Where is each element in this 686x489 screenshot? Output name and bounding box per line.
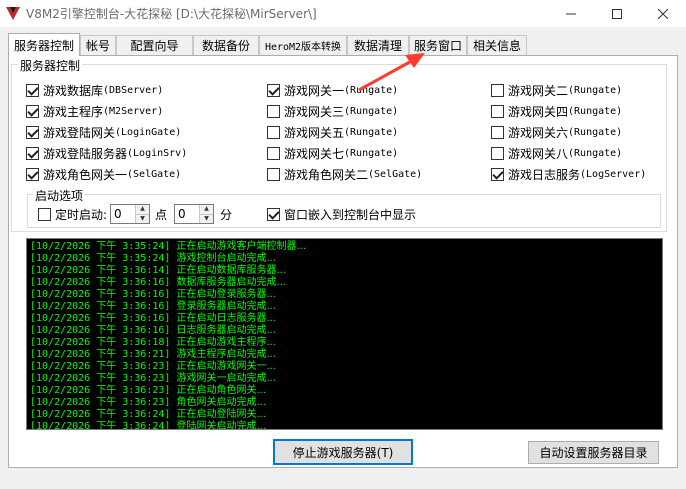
log-line: [10/2/2026 下午 3:35:24] 正在启动游戏客户端控制器... <box>27 241 662 253</box>
checkbox-rungate-4[interactable]: 游戏网关四 (Rungate) <box>491 103 622 119</box>
log-line: [10/2/2026 下午 3:35:24] 游戏控制台启动完成... <box>27 253 662 265</box>
hour-spinner[interactable]: 0 ▲ ▼ <box>110 204 150 224</box>
log-timestamp: [10/2/2026 下午 3:35:24] <box>30 253 171 264</box>
log-timestamp: [10/2/2026 下午 3:36:23] <box>30 361 171 372</box>
log-line: [10/2/2026 下午 3:36:14] 正在启动数据库服务器... <box>27 265 662 277</box>
log-timestamp: [10/2/2026 下午 3:36:16] <box>30 289 171 300</box>
tab-account[interactable]: 帐号 <box>80 35 116 55</box>
log-message: 正在启动数据库服务器... <box>176 265 286 276</box>
minimize-button[interactable] <box>548 0 594 27</box>
checkbox-logserver[interactable]: 游戏日志服务 (LogServer) <box>491 166 646 182</box>
minute-unit: 分 <box>220 208 233 222</box>
tab-service-window[interactable]: 服务窗口 <box>409 35 467 55</box>
auto-set-directory-button[interactable]: 自动设置服务器目录 <box>528 441 659 464</box>
log-message: 正在启动游戏主程序... <box>176 337 276 348</box>
tab-data-backup[interactable]: 数据备份 <box>193 35 259 55</box>
log-message: 正在启动游戏网关一... <box>176 361 276 372</box>
log-timestamp: [10/2/2026 下午 3:36:21] <box>30 349 171 360</box>
log-timestamp: [10/2/2026 下午 3:36:24] <box>30 409 171 420</box>
tab-related-info[interactable]: 相关信息 <box>467 35 527 55</box>
log-message: 游戏网关一启动完成... <box>176 373 276 384</box>
minimize-icon <box>566 13 576 14</box>
checkbox-loginsrv[interactable]: 游戏登陆服务器 (LoginSrv) <box>26 145 187 161</box>
spin-down-icon[interactable]: ▼ <box>200 213 213 223</box>
log-timestamp: [10/2/2026 下午 3:36:14] <box>30 265 171 276</box>
checkbox-rungate-2[interactable]: 游戏网关二 (Rungate) <box>491 82 622 98</box>
checkbox-rungate-1[interactable]: 游戏网关一 (Rungate) <box>267 82 398 98</box>
log-line: [10/2/2026 下午 3:36:23] 正在启动角色网关... <box>27 385 662 397</box>
log-line: [10/2/2026 下午 3:36:16] 登录服务器启动完成... <box>27 301 662 313</box>
log-timestamp: [10/2/2026 下午 3:36:16] <box>30 301 171 312</box>
checkbox-embed-window[interactable]: 窗口嵌入到控制台中显示 <box>267 206 416 222</box>
log-message: 角色网关启动完成... <box>176 397 266 408</box>
log-console[interactable]: [10/2/2026 下午 3:35:24] 正在启动游戏客户端控制器... [1… <box>26 238 663 430</box>
close-button[interactable] <box>640 0 686 27</box>
title-bar[interactable]: V8M2引擎控制台-大花探秘 [D:\大花探秘\MirServer\] <box>0 0 686 27</box>
checkbox-selgate-2[interactable]: 游戏角色网关二 (SelGate) <box>267 166 422 182</box>
log-line: [10/2/2026 下午 3:36:16] 日志服务器启动完成... <box>27 325 662 337</box>
checkbox-m2server[interactable]: 游戏主程序 (M2Server) <box>26 103 163 119</box>
window-title: V8M2引擎控制台-大花探秘 [D:\大花探秘\MirServer\] <box>26 7 317 21</box>
checkbox-timed-start[interactable]: 定时启动: <box>38 206 107 222</box>
log-timestamp: [10/2/2026 下午 3:35:24] <box>30 241 171 252</box>
log-line: [10/2/2026 下午 3:36:23] 正在启动游戏网关一... <box>27 361 662 373</box>
tab-server-control[interactable]: 服务器控制 <box>8 33 80 56</box>
hour-unit: 点 <box>155 208 168 222</box>
app-logo-icon <box>6 7 20 20</box>
checkbox-rungate-5[interactable]: 游戏网关五 (Rungate) <box>267 124 398 140</box>
log-timestamp: [10/2/2026 下午 3:36:16] <box>30 313 171 324</box>
close-icon <box>658 8 668 19</box>
log-message: 正在启动登陆网关... <box>176 409 266 420</box>
checkbox-dbserver[interactable]: 游戏数据库 (DBServer) <box>26 82 163 98</box>
log-line: [10/2/2026 下午 3:36:16] 正在启动登录服务器... <box>27 289 662 301</box>
log-timestamp: [10/2/2026 下午 3:36:23] <box>30 397 171 408</box>
log-line: [10/2/2026 下午 3:36:24] 登陆网关启动完成... <box>27 421 662 430</box>
log-message: 日志服务器启动完成... <box>176 325 276 336</box>
tab-data-cleanup[interactable]: 数据清理 <box>347 35 409 55</box>
log-message: 数据库服务器启动完成... <box>176 277 286 288</box>
checkbox-rungate-3[interactable]: 游戏网关三 (Rungate) <box>267 103 398 119</box>
checkbox-selgate-1[interactable]: 游戏角色网关一 (SelGate) <box>26 166 181 182</box>
checkbox-rungate-6[interactable]: 游戏网关六 (Rungate) <box>491 124 622 140</box>
startup-options-legend: 启动选项 <box>33 187 86 204</box>
log-line: [10/2/2026 下午 3:36:23] 角色网关启动完成... <box>27 397 662 409</box>
maximize-button[interactable] <box>594 0 640 27</box>
spin-up-icon[interactable]: ▲ <box>136 205 149 214</box>
log-message: 正在启动游戏客户端控制器... <box>176 241 306 252</box>
tab-herom2-convert[interactable]: HeroM2版本转换 <box>259 35 347 55</box>
log-line: [10/2/2026 下午 3:36:21] 游戏主程序启动完成... <box>27 349 662 361</box>
tab-config-wizard[interactable]: 配置向导 <box>116 35 193 55</box>
server-control-legend: 服务器控制 <box>18 57 83 74</box>
log-line: [10/2/2026 下午 3:36:18] 正在启动游戏主程序... <box>27 337 662 349</box>
maximize-icon <box>612 8 622 19</box>
log-message: 游戏主程序启动完成... <box>176 349 276 360</box>
log-message: 正在启动日志服务器... <box>176 313 276 324</box>
spin-down-icon[interactable]: ▼ <box>136 213 149 223</box>
minute-spinner[interactable]: 0 ▲ ▼ <box>174 204 214 224</box>
log-line: [10/2/2026 下午 3:36:24] 正在启动登陆网关... <box>27 409 662 421</box>
log-message: 正在启动登录服务器... <box>176 289 276 300</box>
log-message: 登陆网关启动完成... <box>176 421 266 430</box>
log-timestamp: [10/2/2026 下午 3:36:23] <box>30 385 171 396</box>
log-line: [10/2/2026 下午 3:36:23] 游戏网关一启动完成... <box>27 373 662 385</box>
log-lines: [10/2/2026 下午 3:35:24] 正在启动游戏客户端控制器... [1… <box>27 241 662 430</box>
checkbox-rungate-8[interactable]: 游戏网关八 (Rungate) <box>491 145 622 161</box>
checkbox-logingate[interactable]: 游戏登陆网关 (LoginGate) <box>26 124 181 140</box>
log-message: 登录服务器启动完成... <box>176 301 276 312</box>
tab-strip: 服务器控制 帐号 配置向导 数据备份 HeroM2版本转换 数据清理 服务窗口 … <box>8 33 678 56</box>
log-message: 正在启动角色网关... <box>176 385 266 396</box>
log-timestamp: [10/2/2026 下午 3:36:18] <box>30 337 171 348</box>
spin-up-icon[interactable]: ▲ <box>200 205 213 214</box>
log-timestamp: [10/2/2026 下午 3:36:24] <box>30 421 171 430</box>
log-line: [10/2/2026 下午 3:36:16] 正在启动日志服务器... <box>27 313 662 325</box>
log-timestamp: [10/2/2026 下午 3:36:23] <box>30 373 171 384</box>
stop-server-button[interactable]: 停止游戏服务器(T) <box>273 439 413 465</box>
log-line: [10/2/2026 下午 3:36:16] 数据库服务器启动完成... <box>27 277 662 289</box>
log-timestamp: [10/2/2026 下午 3:36:16] <box>30 325 171 336</box>
log-timestamp: [10/2/2026 下午 3:36:16] <box>30 277 171 288</box>
log-message: 游戏控制台启动完成... <box>176 253 276 264</box>
checkbox-rungate-7[interactable]: 游戏网关七 (Rungate) <box>267 145 398 161</box>
